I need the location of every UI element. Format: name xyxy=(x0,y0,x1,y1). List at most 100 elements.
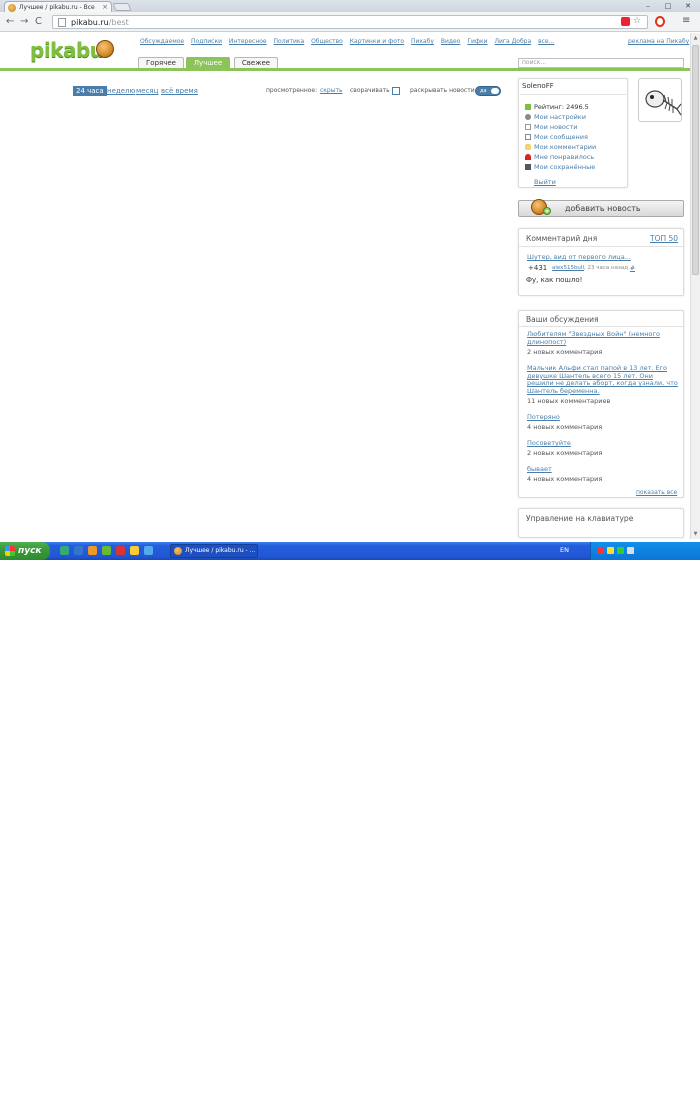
comment-text: Фу, как пошло! xyxy=(526,276,583,284)
nav-link[interactable]: Картинки и фото xyxy=(350,38,404,45)
avatar[interactable] xyxy=(638,78,682,122)
url-host: pikabu.ru xyxy=(71,18,109,27)
window-minimize-button[interactable]: – xyxy=(640,1,656,11)
document-icon xyxy=(525,124,531,130)
reload-icon[interactable]: C xyxy=(35,16,42,28)
show-all-discussions-link[interactable]: показать все xyxy=(636,489,677,496)
user-menu-saved[interactable]: Мои сохранённые xyxy=(525,163,595,171)
taskbar-item-label: Лучшее / pikabu.ru - ... xyxy=(185,547,256,554)
opera-icon[interactable] xyxy=(655,16,665,27)
nav-link[interactable]: Политика xyxy=(274,38,305,45)
nav-link[interactable]: Подписки xyxy=(191,38,222,45)
discussion-link[interactable]: Любителям "Звездных Войн" (немного длино… xyxy=(527,330,679,346)
address-bar[interactable]: pikabu.ru/best ☆ xyxy=(52,15,648,29)
user-rating-text: Рейтинг: 2496.5 xyxy=(534,103,589,111)
tray-network-icon[interactable] xyxy=(607,547,614,554)
new-tab-button[interactable] xyxy=(112,3,132,11)
tray-antivirus-icon[interactable] xyxy=(597,547,604,554)
period-month[interactable]: месяц xyxy=(136,87,158,95)
nav-link[interactable]: Пикабу xyxy=(411,38,434,45)
period-all-time[interactable]: всё время xyxy=(161,87,198,95)
user-menu-label: Мои настройки xyxy=(534,113,586,121)
nav-link[interactable]: Лига Добра xyxy=(494,38,531,45)
page-scrollbar[interactable]: ▲ ▼ xyxy=(690,33,700,539)
discussion-link[interactable]: бывает xyxy=(527,465,679,474)
scroll-down-icon[interactable]: ▼ xyxy=(691,529,700,539)
user-menu-comments[interactable]: Мои комментарии xyxy=(525,143,596,151)
back-arrow-icon[interactable]: ← xyxy=(6,16,14,28)
quicklaunch-chrome-icon[interactable] xyxy=(130,546,139,555)
hide-viewed-link[interactable]: скрыть xyxy=(320,87,343,94)
nav-link[interactable]: Обсуждаемое xyxy=(140,38,184,45)
ad-link[interactable]: реклама на Пикабу xyxy=(628,38,689,45)
quicklaunch-desktop-icon[interactable] xyxy=(60,546,69,555)
window-maximize-button[interactable]: □ xyxy=(660,1,676,11)
user-panel-divider xyxy=(520,94,626,95)
tray-app-icon[interactable] xyxy=(617,547,624,554)
viewed-label: просмотренное: xyxy=(266,87,318,94)
nav-link[interactable]: все... xyxy=(538,38,554,45)
browser-toolbar: ← → C pikabu.ru/best ☆ ≡ xyxy=(0,12,700,32)
discussion-count: 4 новых комментария xyxy=(527,423,603,431)
scroll-up-icon[interactable]: ▲ xyxy=(691,33,700,43)
user-menu-settings[interactable]: Мои настройки xyxy=(525,113,586,121)
discussion-link[interactable]: Потеряно xyxy=(527,413,679,422)
expand-news-toggle[interactable]: да xyxy=(475,86,501,96)
user-menu-liked[interactable]: Мне понравилось xyxy=(525,153,594,161)
site-search-input[interactable]: поиск... xyxy=(518,58,684,68)
period-week[interactable]: неделю xyxy=(107,87,135,95)
comment-author-link[interactable]: alex515bull xyxy=(552,265,584,271)
tab-best[interactable]: Лучшее xyxy=(186,57,230,68)
comment-meta: alex515bull, 23 часа назад xyxy=(552,265,628,271)
username[interactable]: SolenoFF xyxy=(522,82,554,90)
tab-close-icon[interactable]: × xyxy=(102,3,108,11)
forward-arrow-icon[interactable]: → xyxy=(20,16,28,28)
discussion-count: 2 новых комментария xyxy=(527,449,603,457)
user-menu-news[interactable]: Мои новости xyxy=(525,123,578,131)
discussion-link[interactable]: Посоветуйте xyxy=(527,439,679,448)
comment-icon xyxy=(525,144,531,150)
windows-taskbar: пуск Лучшее / pikabu.ru - ... EN pikabu.… xyxy=(0,542,700,1096)
browser-menu-icon[interactable]: ≡ xyxy=(682,15,690,27)
add-news-button[interactable]: + добавить новость xyxy=(518,199,684,217)
windows-flag-icon xyxy=(5,546,15,556)
nav-link[interactable]: Интересное xyxy=(229,38,267,45)
top50-link[interactable]: ТОП 50 xyxy=(650,234,678,243)
adblock-icon[interactable] xyxy=(621,17,630,26)
user-menu-label: Мои сохранённые xyxy=(534,163,596,171)
discussion-link[interactable]: Мальчик Альфи стал папой в 13 лет. Его д… xyxy=(527,364,679,395)
start-button[interactable]: пуск xyxy=(0,542,50,560)
user-menu-label: Мне понравилось xyxy=(534,153,595,161)
header-divider xyxy=(0,68,700,71)
keyboard-panel xyxy=(518,508,684,538)
tab-hot[interactable]: Горячее xyxy=(138,57,184,68)
language-indicator[interactable]: EN xyxy=(560,546,569,554)
collapse-checkbox[interactable] xyxy=(392,87,400,95)
nav-link[interactable]: Гифки xyxy=(467,38,487,45)
heart-icon xyxy=(525,154,531,160)
pikabu-favicon-icon xyxy=(174,547,182,555)
nav-link[interactable]: Видео xyxy=(441,38,461,45)
expand-news-label: раскрывать новости xyxy=(410,87,475,94)
user-menu-messages[interactable]: Мои сообщения xyxy=(525,133,588,141)
scrollbar-thumb[interactable] xyxy=(692,45,699,275)
quicklaunch-ie-icon[interactable] xyxy=(74,546,83,555)
quicklaunch-app-icon[interactable] xyxy=(102,546,111,555)
nav-link[interactable]: Общество xyxy=(311,38,343,45)
tray-volume-icon[interactable] xyxy=(627,547,634,554)
user-menu-label: Мои сообщения xyxy=(534,133,588,141)
logout-link[interactable]: Выйти xyxy=(534,178,556,186)
comment-post-link[interactable]: Шутер, вид от первого лица... xyxy=(527,253,679,262)
site-logo[interactable]: pikabu xyxy=(30,38,104,62)
period-24h[interactable]: 24 часа xyxy=(73,86,107,96)
bookmark-star-icon[interactable]: ☆ xyxy=(633,16,641,26)
tab-fresh[interactable]: Свежее xyxy=(234,57,278,68)
quicklaunch-skype-icon[interactable] xyxy=(144,546,153,555)
user-menu-label: Мои новости xyxy=(534,123,578,131)
window-close-button[interactable]: ✕ xyxy=(680,1,696,11)
discussion-count: 2 новых комментария xyxy=(527,348,603,356)
comment-permalink[interactable]: # xyxy=(630,265,635,272)
quicklaunch-media-icon[interactable] xyxy=(88,546,97,555)
quicklaunch-opera-icon[interactable] xyxy=(116,546,125,555)
taskbar-browser-item[interactable]: Лучшее / pikabu.ru - ... xyxy=(170,544,258,558)
